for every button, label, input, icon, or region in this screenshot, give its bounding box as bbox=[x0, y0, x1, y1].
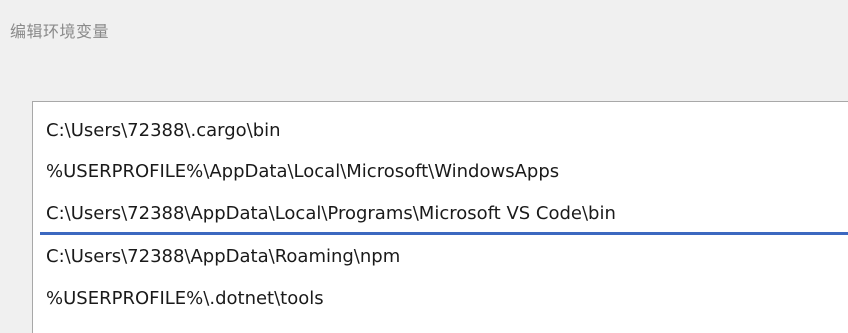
path-list-item[interactable]: C:\Users\72388\AppData\Local\Programs\Mi… bbox=[46, 201, 616, 227]
path-list-item[interactable]: C:\Users\72388\.cargo\bin bbox=[46, 118, 281, 144]
path-list-item[interactable]: C:\Users\72388\AppData\Roaming\npm bbox=[46, 244, 400, 270]
dialog-title: 编辑环境变量 bbox=[10, 22, 110, 41]
path-list-item[interactable]: %USERPROFILE%\.dotnet\tools bbox=[46, 286, 324, 312]
drag-drop-indicator-line bbox=[40, 232, 848, 235]
path-list[interactable]: C:\Users\72388\.cargo\bin %USERPROFILE%\… bbox=[32, 101, 848, 333]
edit-environment-variable-dialog: 编辑环境变量 C:\Users\72388\.cargo\bin %USERPR… bbox=[0, 0, 848, 333]
path-list-item[interactable]: %USERPROFILE%\AppData\Local\Microsoft\Wi… bbox=[46, 159, 559, 185]
